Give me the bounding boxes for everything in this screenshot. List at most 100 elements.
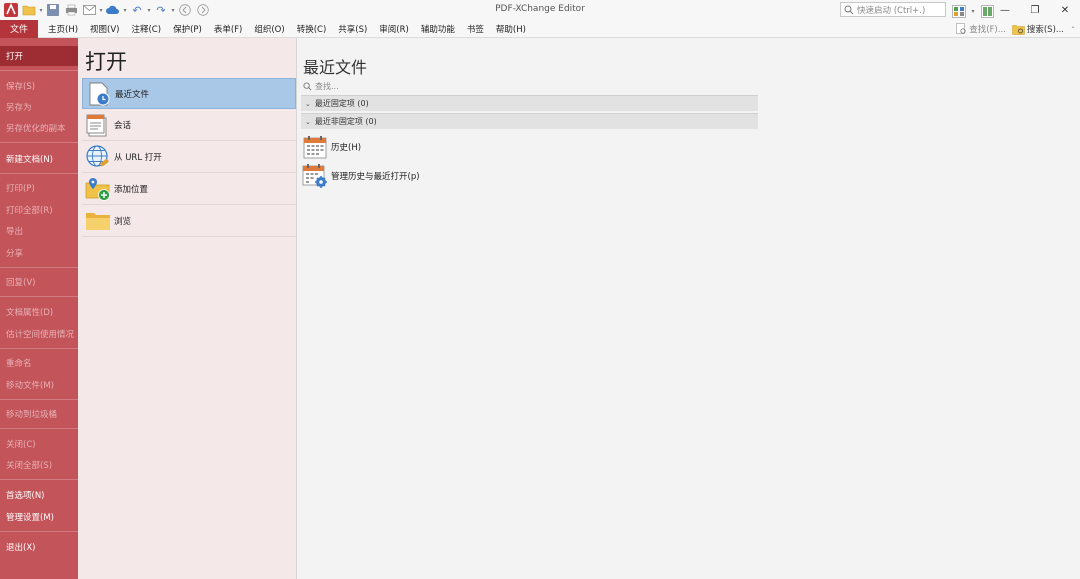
menu-bar: 文件 主页(H) 视图(V) 注释(C) 保护(P) 表单(F) 组织(O) 转… — [0, 19, 1080, 38]
open-add-location[interactable]: 添加位置 — [82, 174, 296, 205]
open-panel: 打开 最近文件 会话 从 URL 打开 添加位置 浏览 — [78, 38, 297, 579]
add-location-icon — [84, 175, 112, 203]
email-icon[interactable] — [80, 1, 98, 19]
ui-options-dropdown-icon[interactable]: ▾ — [970, 2, 976, 20]
open-from-url-label: 从 URL 打开 — [114, 153, 162, 163]
nav-revert[interactable]: 回复(V) — [0, 272, 78, 292]
menu-organize[interactable]: 组织(O) — [248, 20, 290, 38]
nav-separator — [0, 399, 78, 400]
open-browse[interactable]: 浏览 — [82, 206, 296, 237]
menu-accessibility[interactable]: 辅助功能 — [415, 20, 461, 38]
menu-right-tools: 查找(F)... 搜索(S)... ⌃ — [956, 20, 1076, 38]
ui-options-icon[interactable] — [950, 2, 968, 20]
open-from-url[interactable]: 从 URL 打开 — [82, 142, 296, 173]
menu-home[interactable]: 主页(H) — [42, 20, 84, 38]
print-icon[interactable] — [62, 1, 80, 19]
open-recent-files-label: 最近文件 — [115, 89, 150, 100]
nav-document-properties[interactable]: 文档属性(D) — [0, 302, 78, 322]
close-button[interactable]: ✕ — [1050, 0, 1080, 20]
undo-icon[interactable]: ↶ — [128, 1, 146, 19]
forward-icon[interactable] — [194, 1, 212, 19]
restore-button[interactable]: ❐ — [1020, 0, 1050, 20]
search-icon — [303, 82, 312, 91]
menu-file[interactable]: 文件 — [0, 19, 38, 38]
recent-search-placeholder: 查找... — [315, 82, 339, 91]
chevron-down-icon: ⌄ — [305, 99, 311, 108]
nav-share[interactable]: 分享 — [0, 243, 78, 263]
group-pinned[interactable]: ⌄ 最近固定项 (0) — [301, 95, 758, 111]
nav-save-as[interactable]: 另存为 — [0, 97, 78, 117]
menu-form[interactable]: 表单(F) — [208, 20, 249, 38]
menu-help[interactable]: 帮助(H) — [490, 20, 532, 38]
manage-history-button[interactable]: 管理历史与最近打开(p) — [301, 163, 420, 189]
app-logo-icon[interactable] — [2, 1, 20, 19]
nav-move-to-trash[interactable]: 移动到垃圾桶 — [0, 404, 78, 424]
cloud-icon[interactable] — [104, 1, 122, 19]
open-browse-label: 浏览 — [114, 217, 132, 227]
back-icon[interactable] — [176, 1, 194, 19]
quick-launch-placeholder: 快速启动 (Ctrl+.) — [857, 5, 926, 16]
nav-estimate-space[interactable]: 估计空间使用情况 — [0, 324, 78, 344]
globe-link-icon — [84, 143, 112, 171]
nav-separator — [0, 479, 78, 480]
menu-bookmarks[interactable]: 书签 — [461, 20, 490, 38]
nav-close[interactable]: 关闭(C) — [0, 434, 78, 454]
search-label: 搜索(S)... — [1026, 25, 1064, 35]
manage-history-label: 管理历史与最近打开(p) — [331, 172, 420, 182]
recent-files-icon — [85, 80, 113, 108]
save-icon[interactable] — [44, 1, 62, 19]
nav-separator — [0, 531, 78, 532]
nav-move-file[interactable]: 移动文件(M) — [0, 375, 78, 395]
nav-print-all[interactable]: 打印全部(R) — [0, 200, 78, 220]
find-button[interactable]: 查找(F)... — [956, 23, 1006, 35]
ribbon-collapse-icon[interactable]: ⌃ — [1070, 26, 1076, 33]
open-folder-icon[interactable] — [20, 1, 38, 19]
history-button[interactable]: 历史(H) — [301, 134, 361, 160]
nav-preferences[interactable]: 首选项(N) — [0, 485, 78, 505]
redo-icon[interactable]: ↷ — [152, 1, 170, 19]
history-label: 历史(H) — [331, 143, 362, 153]
nav-new-document[interactable]: 新建文档(N) — [0, 149, 78, 169]
group-unpinned[interactable]: ⌄ 最近非固定项 (0) — [301, 113, 758, 129]
title-bar: ▾ ▾ ▾ ↶ ▾ ↷ ▾ PDF-XChange Editor 快速启动 (C… — [0, 0, 1080, 20]
menu-convert[interactable]: 转换(C) — [291, 20, 333, 38]
menu-view[interactable]: 视图(V) — [84, 20, 125, 38]
group-pinned-label: 最近固定项 (0) — [314, 99, 369, 108]
quick-launch-input[interactable]: 快速启动 (Ctrl+.) — [840, 2, 946, 17]
minimize-button[interactable]: — — [990, 0, 1020, 20]
backstage-nav: 打开 保存(S) 另存为 另存优化的副本 新建文档(N) 打印(P) 打印全部(… — [0, 38, 78, 579]
nav-separator — [0, 142, 78, 143]
menu-review[interactable]: 审阅(R) — [373, 20, 415, 38]
nav-export[interactable]: 导出 — [0, 221, 78, 241]
page-title: 打开 — [85, 50, 127, 74]
recent-files-content: 最近文件 查找... ⌄ 最近固定项 (0) ⌄ 最近非固定项 (0) 历史(H… — [297, 38, 1080, 579]
menu-share[interactable]: 共享(S) — [332, 20, 373, 38]
open-session[interactable]: 会话 — [82, 110, 296, 141]
nav-manage-settings[interactable]: 管理设置(M) — [0, 507, 78, 527]
nav-separator — [0, 428, 78, 429]
nav-open[interactable]: 打开 — [0, 46, 78, 66]
search-button[interactable]: 搜索(S)... — [1012, 23, 1064, 35]
nav-rename[interactable]: 重命名 — [0, 353, 78, 373]
group-unpinned-label: 最近非固定项 (0) — [314, 117, 377, 126]
nav-exit[interactable]: 退出(X) — [0, 537, 78, 557]
nav-separator — [0, 173, 78, 174]
menu-comment[interactable]: 注释(C) — [125, 20, 167, 38]
section-title: 最近文件 — [303, 58, 368, 77]
nav-separator — [0, 267, 78, 268]
nav-save[interactable]: 保存(S) — [0, 76, 78, 96]
find-icon — [956, 23, 966, 34]
nav-print[interactable]: 打印(P) — [0, 178, 78, 198]
recent-search-input[interactable]: 查找... — [303, 80, 757, 93]
chevron-down-icon: ⌄ — [305, 117, 311, 126]
open-recent-files[interactable]: 最近文件 — [82, 78, 296, 109]
nav-save-optimized[interactable]: 另存优化的副本 — [0, 118, 78, 138]
nav-separator — [0, 348, 78, 349]
quick-access-toolbar: ▾ ▾ ▾ ↶ ▾ ↷ ▾ — [0, 0, 212, 20]
menu-protect[interactable]: 保护(P) — [167, 20, 208, 38]
session-icon — [84, 111, 112, 139]
calendar-icon — [301, 134, 329, 160]
nav-separator — [0, 296, 78, 297]
find-label: 查找(F)... — [969, 25, 1006, 35]
nav-close-all[interactable]: 关闭全部(S) — [0, 455, 78, 475]
